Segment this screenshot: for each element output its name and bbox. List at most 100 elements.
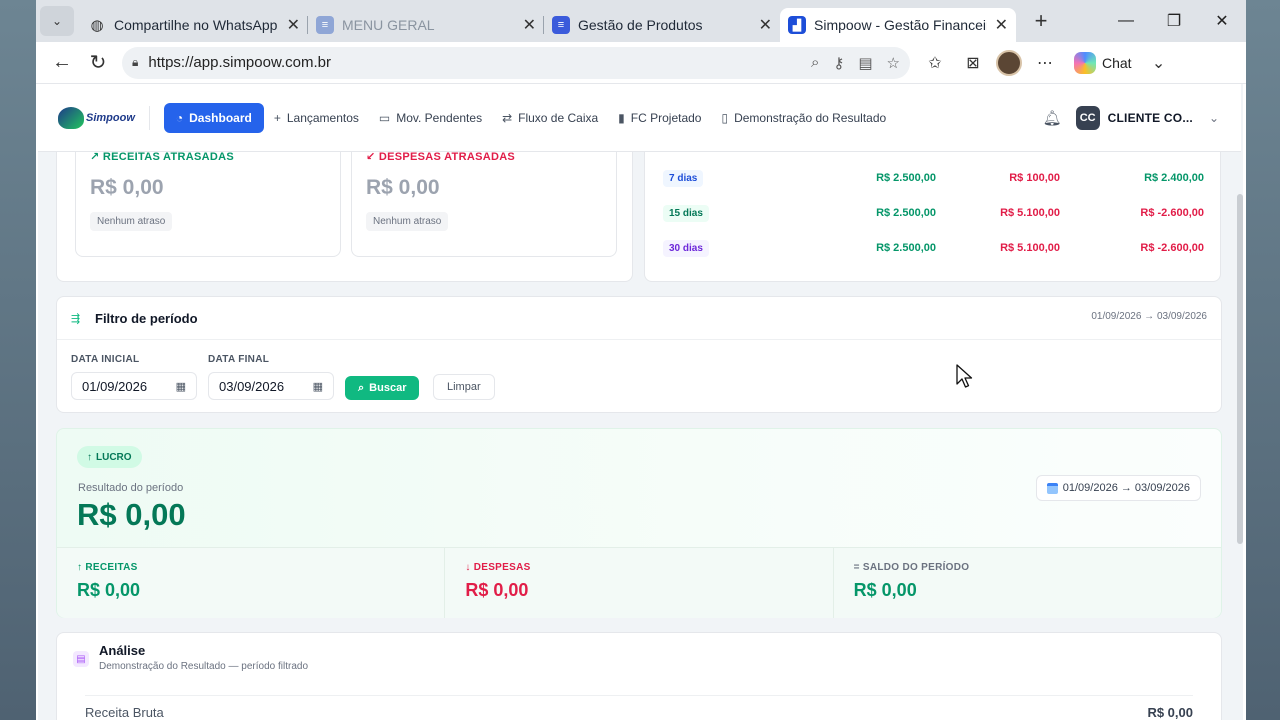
- tab-menu-geral[interactable]: ≡ MENU GERAL ✕: [308, 8, 544, 42]
- nav-lancamentos[interactable]: + Lançamentos: [264, 103, 369, 133]
- projection-receitas: R$ 2.500,00: [876, 242, 936, 254]
- zoom-icon[interactable]: ⌕: [811, 54, 819, 72]
- period-badge: 15 dias: [663, 204, 709, 222]
- analysis-row-label: Receita Bruta: [85, 705, 164, 720]
- projection-row: 15 dias R$ 2.500,00 R$ 5.100,00 R$ -2.60…: [663, 203, 1204, 223]
- mouse-cursor-icon: [956, 364, 973, 388]
- restore-icon[interactable]: ❐: [1150, 0, 1198, 42]
- calendar-icon[interactable]: ▦: [176, 380, 186, 393]
- search-button[interactable]: ⌕ Buscar: [345, 376, 420, 400]
- extensions-icon[interactable]: ⊠: [958, 48, 988, 78]
- overdue-despesas-value: R$ 0,00: [366, 176, 440, 199]
- result-breakdown: ↑ RECEITAS R$ 0,00 ↓ DESPESAS R$ 0,00 = …: [57, 547, 1221, 618]
- document-icon: ▤: [73, 651, 89, 667]
- despesas-label: ↓ DESPESAS: [465, 562, 531, 573]
- nav-dashboard[interactable]: ◔ Dashboard: [163, 102, 264, 133]
- start-date-input[interactable]: 01/09/2026 ▦: [71, 372, 197, 400]
- close-tab-icon[interactable]: ✕: [523, 15, 536, 35]
- arrow-up-icon: ↑: [87, 451, 92, 463]
- logo-text: Simpoow: [86, 111, 135, 124]
- doc-icon: ≡: [552, 16, 570, 34]
- receitas-label: ↑ RECEITAS: [77, 562, 138, 573]
- refresh-icon: ↻: [89, 52, 107, 74]
- search-icon: ⌕: [358, 381, 365, 394]
- app-page: ↗ RECEITAS ATRASADAS R$ 0,00 Nenhum atra…: [38, 84, 1243, 720]
- window-controls: — ❐ ✕: [1102, 0, 1246, 42]
- chevron-down-icon[interactable]: ⌄: [1144, 48, 1174, 78]
- profile-avatar[interactable]: [996, 49, 1022, 76]
- nav-mov-pendentes[interactable]: ▭ Mov. Pendentes: [369, 103, 492, 133]
- analysis-card: ▤ Análise Demonstração do Resultado — pe…: [56, 632, 1222, 720]
- url-text: https://app.simpoow.com.br: [148, 54, 331, 71]
- tab-title: Gestão de Produtos: [578, 17, 703, 33]
- chevron-down-icon: ⌄: [1208, 111, 1219, 125]
- close-window-icon[interactable]: ✕: [1198, 0, 1246, 42]
- more-options-icon[interactable]: ⋯: [1030, 48, 1060, 78]
- client-menu[interactable]: CC CLIENTE CO... ⌄: [1075, 106, 1219, 130]
- receitas-value: R$ 0,00: [77, 580, 141, 600]
- analysis-row-value: R$ 0,00: [1147, 705, 1193, 720]
- clear-button-label: Limpar: [447, 381, 481, 393]
- minimize-icon[interactable]: —: [1102, 0, 1150, 42]
- back-button[interactable]: ←: [44, 45, 80, 81]
- search-button-label: Buscar: [369, 382, 407, 394]
- new-tab-button[interactable]: +: [1026, 8, 1056, 34]
- refresh-button[interactable]: ↻: [80, 45, 116, 81]
- arrow-left-icon: ←: [52, 51, 72, 73]
- simpoow-logo[interactable]: Simpoow: [58, 103, 135, 133]
- analysis-row: Receita Bruta R$ 0,00: [85, 705, 1193, 720]
- bell-icon[interactable]: 🔔︎: [1043, 109, 1062, 127]
- tab-actions-menu-button[interactable]: ⌄: [40, 6, 74, 36]
- result-label: Resultado do período: [78, 482, 184, 494]
- clear-button[interactable]: Limpar: [433, 374, 495, 400]
- reader-icon[interactable]: ▤: [858, 54, 872, 72]
- calendar-icon[interactable]: ▦: [313, 380, 323, 393]
- saldo-value: R$ 0,00: [853, 580, 917, 600]
- overdue-card: ↗ RECEITAS ATRASADAS R$ 0,00 Nenhum atra…: [56, 125, 633, 282]
- close-tab-icon[interactable]: ✕: [995, 15, 1008, 35]
- page-scrollbar[interactable]: [1237, 194, 1243, 544]
- close-tab-icon[interactable]: ✕: [287, 15, 300, 35]
- tab-whatsapp[interactable]: ◍ Compartilhe no WhatsApp ✕: [80, 8, 308, 42]
- end-date-input[interactable]: 03/09/2026 ▦: [208, 372, 334, 400]
- analysis-subtitle: Demonstração do Resultado — período filt…: [99, 661, 309, 672]
- dashboard-icon: ◔: [175, 110, 184, 125]
- close-tab-icon[interactable]: ✕: [759, 15, 772, 35]
- tab-gestao-produtos[interactable]: ≡ Gestão de Produtos ✕: [544, 8, 780, 42]
- client-avatar: CC: [1075, 106, 1100, 130]
- end-date-value: 03/09/2026: [219, 378, 285, 394]
- overdue-receitas-value: R$ 0,00: [90, 176, 164, 199]
- calendar-icon: [1046, 482, 1058, 494]
- start-date-label: DATA INICIAL: [71, 354, 140, 365]
- transfer-icon: ⇄: [502, 110, 513, 125]
- copilot-chat-button[interactable]: Chat: [1074, 51, 1132, 74]
- tab-simpoow[interactable]: ▟ Simpoow - Gestão Financeira In ✕: [780, 8, 1016, 42]
- logo-mark-icon: [58, 106, 84, 129]
- saldo-label: = SALDO DO PERÍODO: [853, 562, 970, 573]
- nav-demonstracao-resultado[interactable]: ▯ Demonstração do Resultado: [711, 103, 896, 133]
- favorite-star-icon[interactable]: ☆: [887, 54, 900, 72]
- bar-chart-icon: ▮: [618, 110, 625, 125]
- nav-label: Lançamentos: [286, 110, 359, 125]
- filter-icon: ⇶: [71, 312, 81, 325]
- nav-fluxo-de-caixa[interactable]: ⇄ Fluxo de Caixa: [492, 103, 608, 133]
- desktop-background-right: [1246, 0, 1280, 720]
- plus-icon: +: [273, 110, 281, 125]
- app-top-nav: Simpoow ◔ Dashboard + Lançamentos ▭ Mov. Pe…: [38, 84, 1241, 152]
- chart-favicon-icon: ▟: [788, 16, 806, 34]
- overdue-despesas-badge: Nenhum atraso: [366, 212, 449, 231]
- chevron-down-icon: ⌄: [51, 14, 63, 28]
- projection-saldo: R$ 2.400,00: [1144, 172, 1204, 184]
- url-field[interactable]: 🔒︎ https://app.simpoow.com.br ⌕ ⚷ ▤ ☆: [122, 46, 910, 79]
- desktop-background-left: [0, 0, 36, 720]
- period-filter-card: ⇶ Filtro de período 01/09/2026 → 03/09/2…: [56, 296, 1222, 413]
- browser-window: ⌄ ◍ Compartilhe no WhatsApp ✕ ≡ MENU GER…: [36, 0, 1246, 720]
- doc-icon: ≡: [316, 16, 334, 34]
- favorites-icon[interactable]: ✩: [920, 48, 950, 78]
- period-badge: 30 dias: [663, 239, 709, 257]
- projection-row: 30 dias R$ 2.500,00 R$ 5.100,00 R$ -2.60…: [663, 238, 1204, 258]
- key-icon[interactable]: ⚷: [833, 54, 844, 72]
- analysis-title: Análise: [99, 643, 146, 658]
- nav-fc-projetado[interactable]: ▮ FC Projetado: [608, 103, 711, 133]
- overdue-receitas-badge: Nenhum atraso: [90, 212, 173, 231]
